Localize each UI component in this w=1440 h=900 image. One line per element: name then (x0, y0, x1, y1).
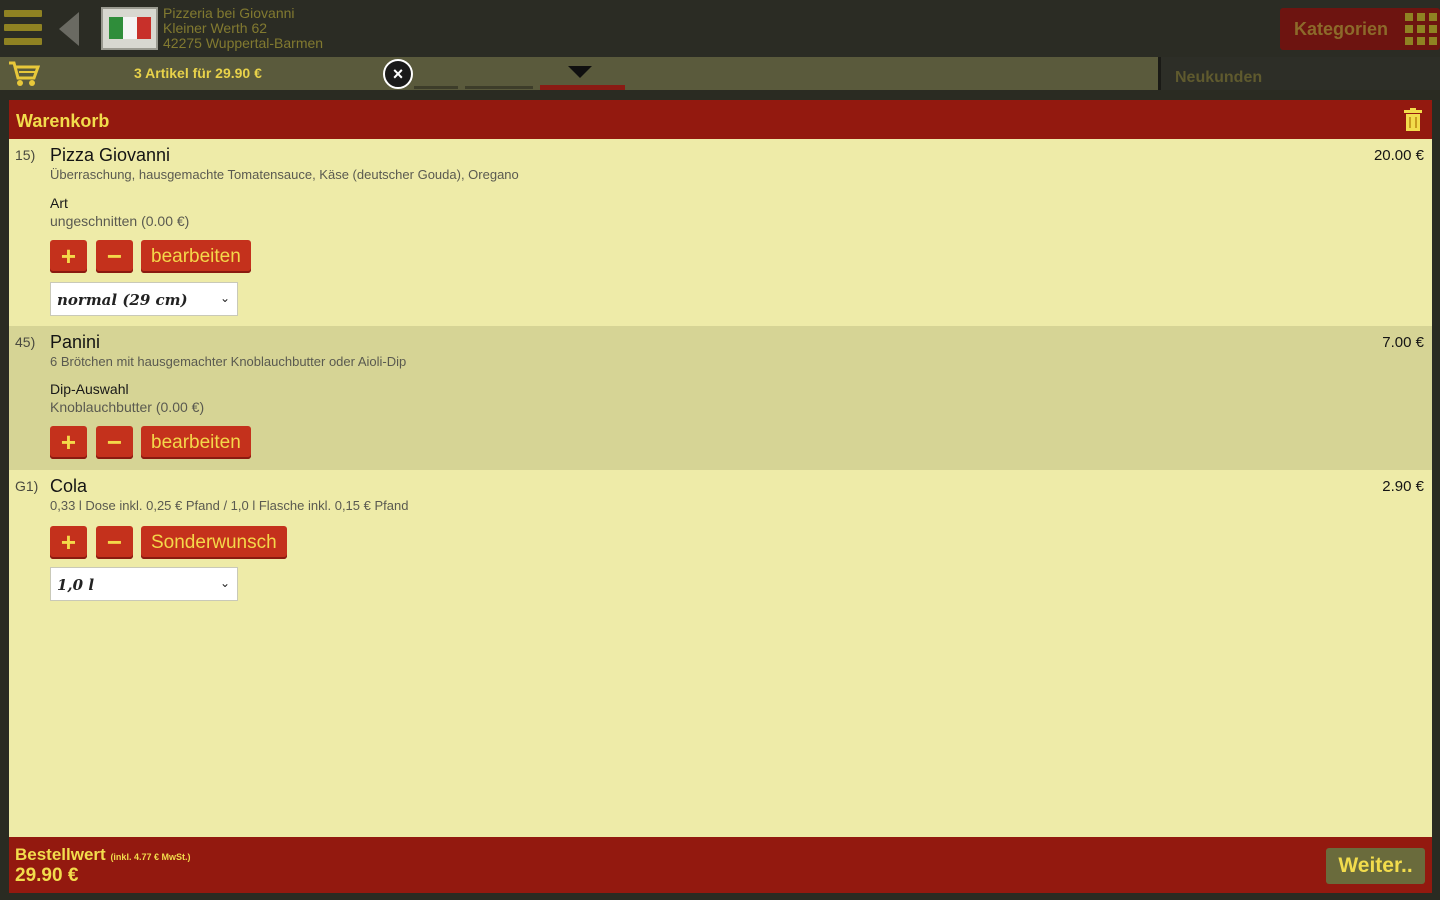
minus-button[interactable]: − (96, 426, 133, 459)
edit-button[interactable]: bearbeiten (141, 240, 251, 273)
shop-name: Pizzeria bei Giovanni (163, 5, 295, 21)
item-price: 2.90 € (1382, 478, 1424, 495)
item-price: 7.00 € (1382, 334, 1424, 351)
plus-button[interactable]: + (50, 240, 87, 273)
cart-summary: 3 Artikel für 29.90 € (134, 65, 262, 81)
option-value: Knoblauchbutter (0.00 €) (50, 399, 205, 415)
special-request-button[interactable]: Sonderwunsch (141, 526, 287, 559)
next-button[interactable]: Weiter.. (1326, 848, 1425, 884)
item-number: 15) (15, 147, 36, 163)
chevron-down-icon: ⌄ (219, 291, 230, 305)
minus-button[interactable]: − (96, 526, 133, 559)
option-name: Art (50, 195, 68, 211)
cart-item: G1) Cola 2.90 € 0,33 l Dose inkl. 0,25 €… (9, 470, 1432, 610)
cart-icon (8, 60, 41, 93)
size-select[interactable]: 1,0 l ⌄ (50, 567, 238, 601)
cart-header: Warenkorb (9, 100, 1432, 139)
item-number: G1) (15, 478, 39, 494)
close-icon[interactable]: × (383, 59, 413, 89)
cart-item: 15) Pizza Giovanni 20.00 € Überraschung,… (9, 139, 1432, 326)
categories-label: Kategorien (1294, 19, 1389, 39)
cart-item: 45) Panini 7.00 € 6 Brötchen mit hausgem… (9, 326, 1432, 470)
order-total: 29.90 € (15, 865, 79, 886)
new-customers-field[interactable]: Neukunden (1158, 57, 1440, 90)
item-name: Panini (50, 332, 101, 352)
trash-icon[interactable] (1404, 108, 1422, 137)
categories-button[interactable]: Kategorien (1280, 8, 1440, 50)
order-footer: Bestellwert (inkl. 4.77 € MwSt.) 29.90 €… (9, 837, 1432, 893)
grid-icon (1404, 12, 1438, 46)
tab-indicator (414, 86, 458, 89)
plus-button[interactable]: + (50, 426, 87, 459)
cart-summary-bar[interactable]: 3 Artikel für 29.90 € × (0, 57, 1158, 90)
size-select-value: normal (29 cm) (57, 291, 188, 309)
edit-button[interactable]: bearbeiten (141, 426, 251, 459)
tab-indicator (465, 86, 533, 89)
size-select[interactable]: normal (29 cm) ⌄ (50, 282, 238, 316)
shop-street: Kleiner Werth 62 (163, 20, 268, 36)
item-name: Cola (50, 476, 88, 496)
back-arrow-icon[interactable] (57, 10, 81, 48)
chevron-down-icon: ⌄ (219, 576, 230, 590)
shop-logo (101, 7, 158, 50)
item-name: Pizza Giovanni (50, 145, 171, 165)
item-description: 6 Brötchen mit hausgemachter Knoblauchbu… (50, 354, 407, 369)
shop-info: Pizzeria bei Giovanni Kleiner Werth 62 4… (163, 6, 323, 51)
plus-button[interactable]: + (50, 526, 87, 559)
new-customers-label: Neukunden (1175, 69, 1263, 86)
option-name: Dip-Auswahl (50, 381, 129, 397)
minus-button[interactable]: − (96, 240, 133, 273)
order-value-text: Bestellwert (15, 845, 106, 864)
vat-note: (inkl. 4.77 € MwSt.) (110, 852, 191, 862)
item-description: 0,33 l Dose inkl. 0,25 € Pfand / 1,0 l F… (50, 498, 409, 513)
tab-indicator-active (540, 85, 625, 90)
cart-panel: Warenkorb 15) Pizza Giovanni 20.00 € Übe… (9, 100, 1432, 893)
option-value: ungeschnitten (0.00 €) (50, 213, 190, 229)
order-value-label: Bestellwert (inkl. 4.77 € MwSt.) (15, 845, 190, 865)
top-bar: Pizzeria bei Giovanni Kleiner Werth 62 4… (0, 0, 1440, 57)
shop-city: 42275 Wuppertal-Barmen (163, 35, 324, 51)
menu-icon[interactable] (4, 8, 42, 48)
item-price: 20.00 € (1373, 147, 1424, 164)
chevron-down-icon[interactable] (568, 66, 592, 78)
size-select-value: 1,0 l (57, 576, 95, 594)
cart-title: Warenkorb (16, 111, 110, 131)
item-description: Überraschung, hausgemachte Tomatensauce,… (50, 167, 519, 182)
item-number: 45) (15, 334, 36, 350)
